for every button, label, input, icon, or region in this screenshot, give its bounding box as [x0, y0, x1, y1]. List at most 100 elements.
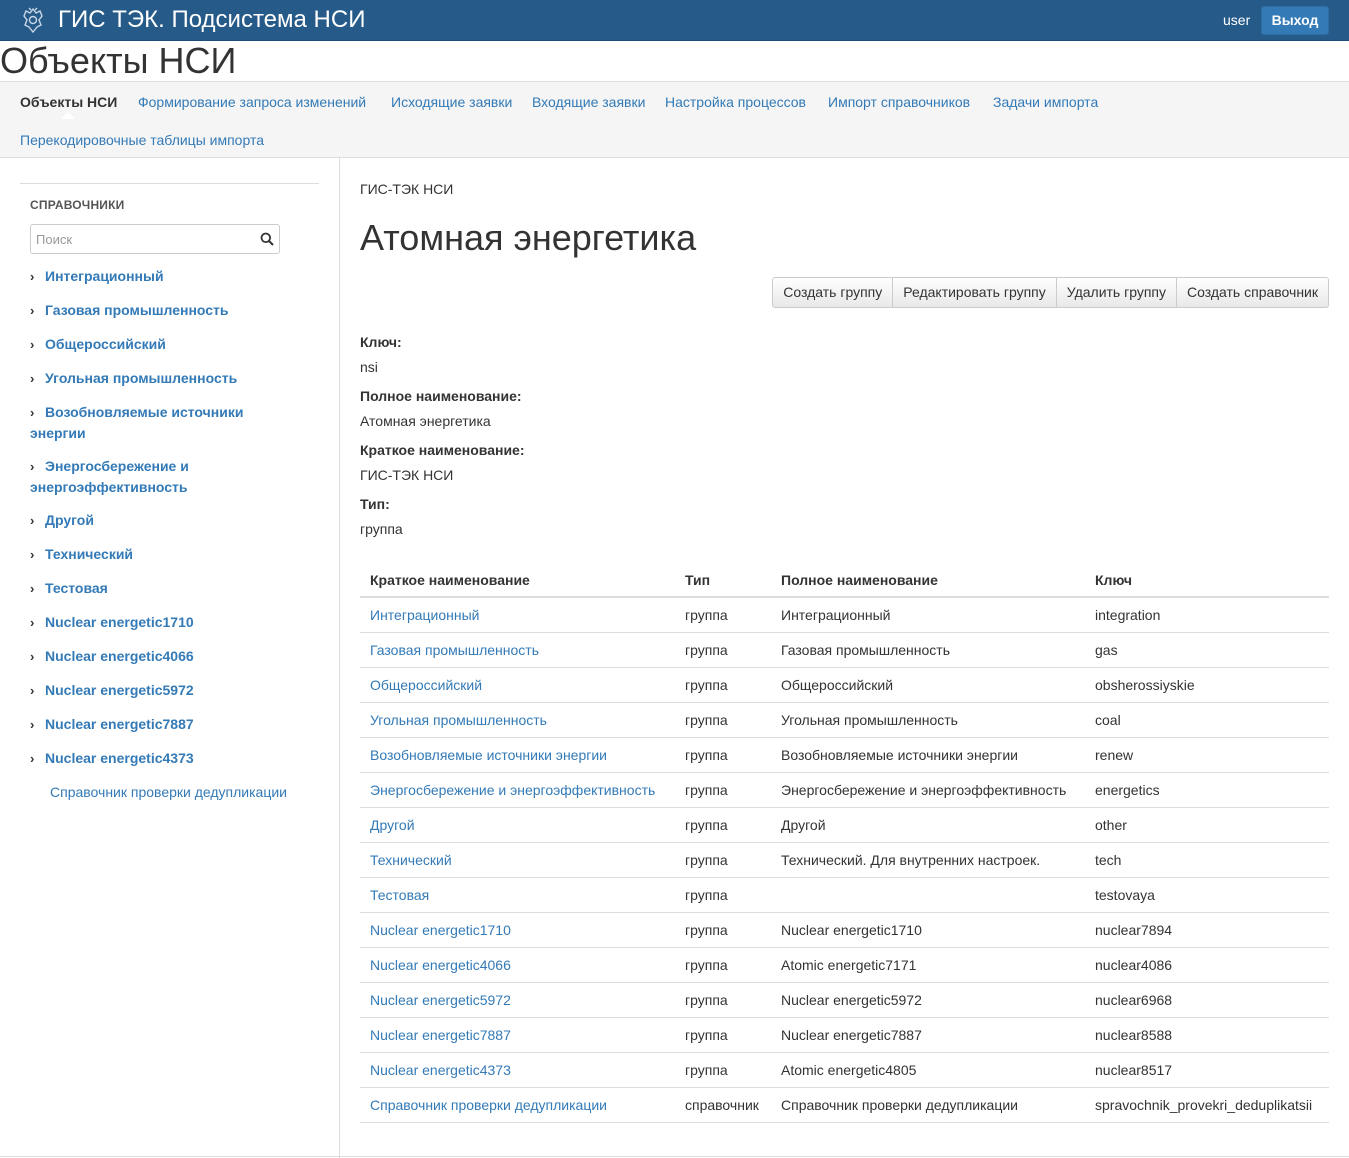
tree-item-test[interactable]: › Тестовая: [30, 578, 280, 599]
tree-item-nuclear-4373[interactable]: › Nuclear energetic4373: [30, 748, 280, 769]
username: user: [1223, 12, 1251, 28]
table-cell: tech: [1085, 842, 1329, 878]
table-cell: Другой: [360, 807, 675, 843]
chevron-right-icon: ›: [30, 303, 35, 318]
nav-incoming-requests[interactable]: Входящие заявки: [532, 94, 645, 110]
row-link[interactable]: Nuclear energetic1710: [370, 922, 511, 938]
tree-item-coal[interactable]: › Угольная промышленность: [30, 368, 280, 389]
tree-leaf-dedup-dictionary[interactable]: Справочник проверки дедупликации: [50, 782, 287, 802]
table-cell: группа: [675, 1017, 771, 1053]
table-row: Nuclear energetic4066 группа Atomic energe…: [360, 947, 1329, 983]
row-link[interactable]: Nuclear energetic5972: [370, 992, 511, 1008]
table-cell: группа: [675, 912, 771, 948]
chevron-right-icon: ›: [30, 615, 35, 630]
table-cell: Интеграционный: [771, 597, 1085, 633]
column-header: Полное наименование: [771, 563, 1085, 598]
tree-item-nuclear-1710[interactable]: › Nuclear energetic1710: [30, 612, 280, 633]
row-link[interactable]: Интеграционный: [370, 607, 479, 623]
row-link[interactable]: Газовая промышленность: [370, 642, 539, 658]
tree-item-label: Энергосбережение и энергоэффективность: [30, 458, 189, 495]
nav-process-settings[interactable]: Настройка процессов: [665, 94, 806, 110]
table-cell: Atomic energetic4805: [771, 1052, 1085, 1088]
edit-group-button[interactable]: Редактировать группу: [892, 277, 1057, 308]
top-navbar: ГИС ТЭК. Подсистема НСИ user Выход: [0, 0, 1349, 41]
table-row: Тестовая группа testovaya: [360, 877, 1329, 913]
row-link[interactable]: Общероссийский: [370, 677, 482, 693]
create-group-button[interactable]: Создать группу: [772, 277, 894, 308]
table-row: Интеграционный группа Интеграционный integr…: [360, 597, 1329, 633]
children-table: Краткое наименование Тип Полное наименов…: [360, 563, 1329, 1123]
chevron-right-icon: ›: [30, 459, 35, 474]
column-header: Краткое наименование: [360, 563, 675, 598]
table-cell: integration: [1085, 597, 1329, 633]
table-cell: obsherossiyskie: [1085, 667, 1329, 703]
search-input[interactable]: [31, 225, 251, 253]
tree-item-nuclear-5972[interactable]: › Nuclear energetic5972: [30, 680, 280, 701]
table-cell: Возобновляемые источники энергии: [360, 737, 675, 773]
row-link[interactable]: Другой: [370, 817, 415, 833]
nav-change-request[interactable]: Формирование запроса изменений: [138, 94, 366, 110]
page-title: Объекты НСИ: [0, 40, 237, 81]
tree-item-label: Тестовая: [45, 580, 108, 596]
table-row: Справочник проверки дедупликации справочн…: [360, 1087, 1329, 1123]
table-cell: Другой: [771, 807, 1085, 843]
search-icon[interactable]: [260, 232, 274, 246]
tree-item-all-russian[interactable]: › Общероссийский: [30, 334, 280, 355]
tree-item-nuclear-7887[interactable]: › Nuclear energetic7887: [30, 714, 280, 735]
table-cell: Nuclear energetic7887: [360, 1017, 675, 1053]
table-cell: spravochnik_provekri_deduplikatsii: [1085, 1087, 1329, 1123]
table-cell: Общероссийский: [360, 667, 675, 703]
tree-item-renewable[interactable]: › Возобновляемые источники энергии: [30, 402, 280, 443]
row-link[interactable]: Nuclear energetic4373: [370, 1062, 511, 1078]
row-link[interactable]: Угольная промышленность: [370, 712, 547, 728]
short-name-value: ГИС-ТЭК НСИ: [360, 467, 454, 483]
table-row: Угольная промышленность группа Угольная пр…: [360, 702, 1329, 738]
row-link[interactable]: Энергосбережение и энергоэффективность: [370, 782, 655, 798]
nav-import-recoding-tables[interactable]: Перекодировочные таблицы импорта: [20, 132, 264, 148]
table-header-row: Краткое наименование Тип Полное наименов…: [360, 563, 1329, 598]
table-body: Интеграционный группа Интеграционный integr…: [360, 597, 1329, 1123]
type-label: Тип:: [360, 496, 390, 512]
table-row: Энергосбережение и энергоэффективность гр…: [360, 772, 1329, 808]
key-value: nsi: [360, 359, 378, 375]
tree-item-technical[interactable]: › Технический: [30, 544, 280, 565]
table-cell: Справочник проверки дедупликации: [360, 1087, 675, 1123]
brand-title[interactable]: ГИС ТЭК. Подсистема НСИ: [58, 6, 365, 34]
sidebar-heading: СПРАВОЧНИКИ: [30, 198, 125, 212]
nav-import-tasks[interactable]: Задачи импорта: [993, 94, 1098, 110]
tree-item-label: Общероссийский: [45, 336, 166, 352]
tree-item-gas[interactable]: › Газовая промышленность: [30, 300, 280, 321]
table-cell: nuclear8517: [1085, 1052, 1329, 1088]
table-row: Общероссийский группа Общероссийский obsher…: [360, 667, 1329, 703]
row-link[interactable]: Технический: [370, 852, 452, 868]
table-row: Газовая промышленность группа Газовая пром…: [360, 632, 1329, 668]
tree-item-nuclear-4066[interactable]: › Nuclear energetic4066: [30, 646, 280, 667]
chevron-right-icon: ›: [30, 371, 35, 386]
full-name-value: Атомная энергетика: [360, 413, 491, 429]
row-link[interactable]: Nuclear energetic4066: [370, 957, 511, 973]
tree-item-other[interactable]: › Другой: [30, 510, 280, 531]
tree-item-integration[interactable]: › Интеграционный: [30, 266, 280, 287]
table-cell: Atomic energetic7171: [771, 947, 1085, 983]
group-actions: Создать группу Редактировать группу Удал…: [772, 277, 1329, 308]
table-cell: Тестовая: [360, 877, 675, 913]
table-cell: Возобновляемые источники энергии: [771, 737, 1085, 773]
nav-outgoing-requests[interactable]: Исходящие заявки: [391, 94, 512, 110]
table-cell: other: [1085, 807, 1329, 843]
table-cell: [771, 877, 1085, 913]
tree-item-energy-saving[interactable]: › Энергосбережение и энергоэффективность: [30, 456, 280, 497]
row-link[interactable]: Nuclear energetic7887: [370, 1027, 511, 1043]
chevron-right-icon: ›: [30, 269, 35, 284]
row-link[interactable]: Возобновляемые источники энергии: [370, 747, 607, 763]
table-cell: Технический: [360, 842, 675, 878]
table-cell: Nuclear energetic4373: [360, 1052, 675, 1088]
nav-nsi-objects[interactable]: Объекты НСИ: [20, 94, 117, 110]
create-dictionary-button[interactable]: Создать справочник: [1176, 277, 1329, 308]
logout-button[interactable]: Выход: [1261, 6, 1329, 35]
chevron-right-icon: ›: [30, 513, 35, 528]
table-cell: renew: [1085, 737, 1329, 773]
nav-dictionary-import[interactable]: Импорт справочников: [828, 94, 970, 110]
row-link[interactable]: Тестовая: [370, 887, 429, 903]
delete-group-button[interactable]: Удалить группу: [1055, 277, 1178, 308]
row-link[interactable]: Справочник проверки дедупликации: [370, 1097, 607, 1113]
